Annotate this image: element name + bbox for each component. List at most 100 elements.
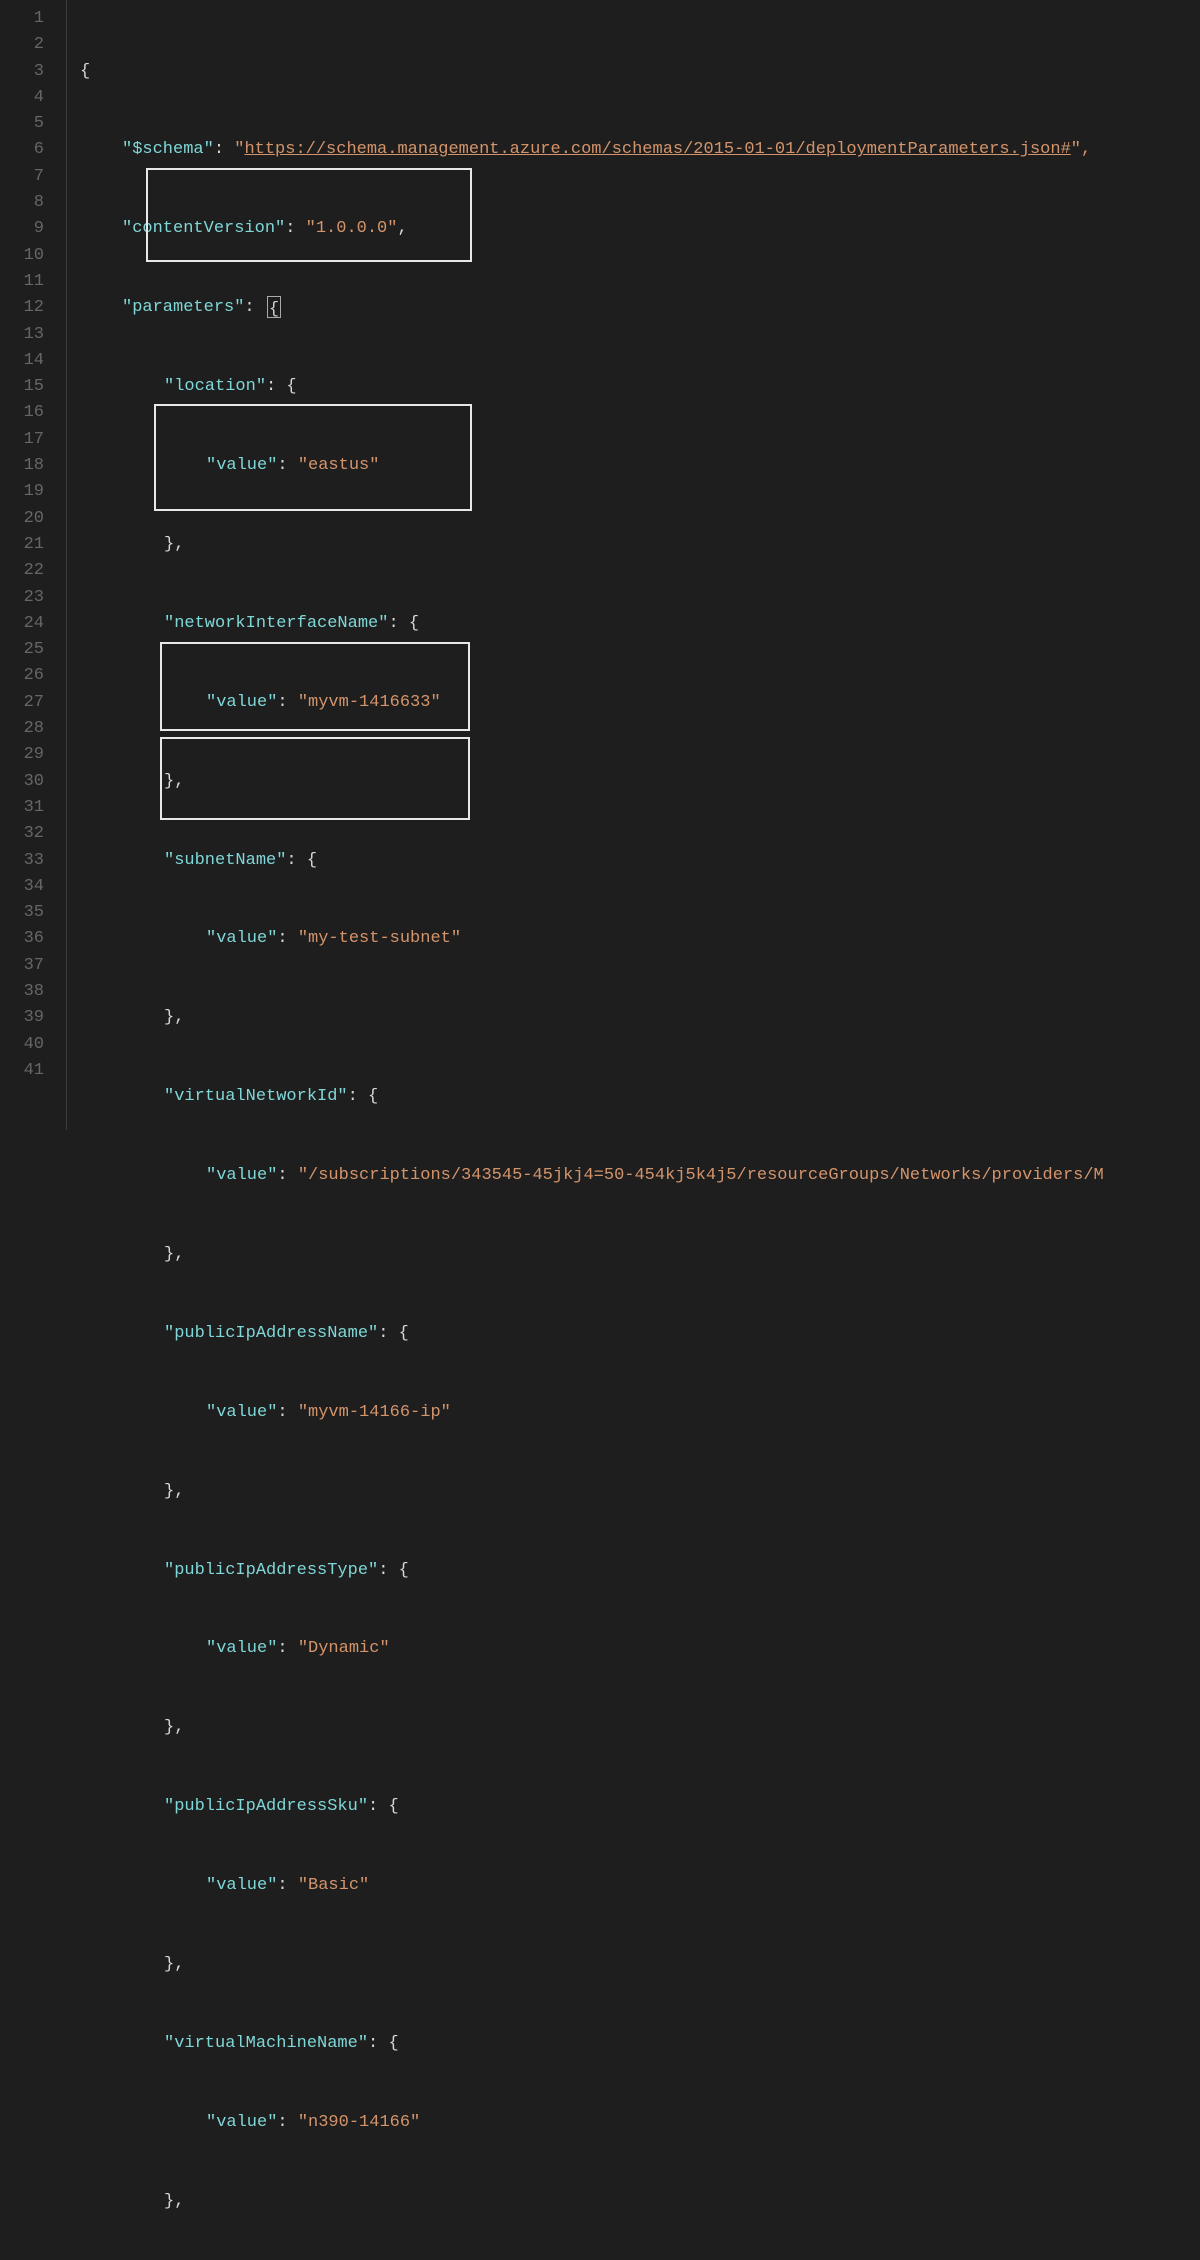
- code-line[interactable]: "parameters": {: [80, 295, 1200, 321]
- line-number: 32: [0, 821, 44, 847]
- line-number: 29: [0, 742, 44, 768]
- line-number: 5: [0, 111, 44, 137]
- json-key: "value": [206, 1166, 277, 1185]
- code-line[interactable]: "location": {: [80, 374, 1200, 400]
- line-number: 31: [0, 795, 44, 821]
- json-string: "Basic": [298, 1876, 369, 1895]
- line-number: 12: [0, 295, 44, 321]
- json-string: "Dynamic": [298, 1639, 390, 1658]
- line-number: 23: [0, 585, 44, 611]
- line-number: 27: [0, 690, 44, 716]
- code-line[interactable]: "$schema": "https://schema.management.az…: [80, 137, 1200, 163]
- code-line[interactable]: "publicIpAddressType": {: [80, 1558, 1200, 1584]
- line-number: 2: [0, 32, 44, 58]
- line-number: 4: [0, 85, 44, 111]
- line-number: 40: [0, 1032, 44, 1058]
- json-key: "value": [206, 1403, 277, 1422]
- code-line[interactable]: {: [80, 59, 1200, 85]
- code-line[interactable]: "networkInterfaceName": {: [80, 611, 1200, 637]
- code-line[interactable]: },: [80, 769, 1200, 795]
- code-line[interactable]: "value": "Dynamic": [80, 1636, 1200, 1662]
- line-number: 28: [0, 716, 44, 742]
- line-number: 8: [0, 190, 44, 216]
- code-line[interactable]: },: [80, 1952, 1200, 1978]
- code-line[interactable]: "virtualNetworkId": {: [80, 1084, 1200, 1110]
- json-string: "eastus": [298, 456, 380, 475]
- json-key: "location": [164, 377, 266, 396]
- line-number: 16: [0, 400, 44, 426]
- json-key: "parameters": [122, 298, 244, 317]
- line-number: 37: [0, 953, 44, 979]
- line-number-gutter: 1 2 3 4 5 6 7 8 9 10 11 12 13 14 15 16 1…: [0, 0, 60, 1130]
- brace-open: {: [80, 62, 90, 81]
- line-number: 24: [0, 611, 44, 637]
- line-number: 22: [0, 558, 44, 584]
- line-number: 26: [0, 663, 44, 689]
- line-number: 13: [0, 322, 44, 348]
- line-number: 1: [0, 6, 44, 32]
- code-line[interactable]: "virtualMachineName": {: [80, 2031, 1200, 2057]
- json-key: "publicIpAddressName": [164, 1324, 378, 1343]
- json-key: "subnetName": [164, 851, 286, 870]
- json-key: "value": [206, 1639, 277, 1658]
- json-string: "n390-14166": [298, 2113, 420, 2132]
- editor-gutter-separator: [66, 0, 80, 1130]
- json-key: "value": [206, 456, 277, 475]
- json-key: "value": [206, 929, 277, 948]
- code-line[interactable]: "contentVersion": "1.0.0.0",: [80, 216, 1200, 242]
- code-editor[interactable]: 1 2 3 4 5 6 7 8 9 10 11 12 13 14 15 16 1…: [0, 0, 1200, 1130]
- line-number: 41: [0, 1058, 44, 1084]
- json-key: "value": [206, 2113, 277, 2132]
- code-line[interactable]: },: [80, 1242, 1200, 1268]
- line-number: 25: [0, 637, 44, 663]
- code-line[interactable]: "value": "Basic": [80, 1873, 1200, 1899]
- json-string: "my-test-subnet": [298, 929, 461, 948]
- line-number: 9: [0, 216, 44, 242]
- code-line[interactable]: },: [80, 532, 1200, 558]
- code-line[interactable]: "subnetName": {: [80, 848, 1200, 874]
- code-content[interactable]: { "$schema": "https://schema.management.…: [80, 0, 1200, 1130]
- json-key: "contentVersion": [122, 219, 285, 238]
- line-number: 17: [0, 427, 44, 453]
- code-line[interactable]: "value": "eastus": [80, 453, 1200, 479]
- json-key: "publicIpAddressSku": [164, 1797, 368, 1816]
- json-key: "virtualMachineName": [164, 2034, 368, 2053]
- json-string-url: https://schema.management.azure.com/sche…: [244, 140, 1070, 159]
- code-line[interactable]: "publicIpAddressSku": {: [80, 1794, 1200, 1820]
- line-number: 11: [0, 269, 44, 295]
- annotation-box: [146, 168, 472, 262]
- line-number: 18: [0, 453, 44, 479]
- code-line[interactable]: },: [80, 1715, 1200, 1741]
- line-number: 7: [0, 164, 44, 190]
- line-number: 15: [0, 374, 44, 400]
- json-key: "virtualNetworkId": [164, 1087, 348, 1106]
- line-number: 38: [0, 979, 44, 1005]
- line-number: 30: [0, 769, 44, 795]
- json-key: "publicIpAddressType": [164, 1561, 378, 1580]
- code-line[interactable]: "value": "myvm-14166-ip": [80, 1400, 1200, 1426]
- code-line[interactable]: },: [80, 1005, 1200, 1031]
- line-number: 36: [0, 926, 44, 952]
- line-number: 14: [0, 348, 44, 374]
- annotation-box: [160, 642, 470, 731]
- code-line[interactable]: },: [80, 2189, 1200, 2215]
- code-line[interactable]: "value": "my-test-subnet": [80, 926, 1200, 952]
- line-number: 3: [0, 59, 44, 85]
- line-number: 20: [0, 506, 44, 532]
- json-string: "myvm-14166-ip": [298, 1403, 451, 1422]
- line-number: 19: [0, 479, 44, 505]
- line-number: 34: [0, 874, 44, 900]
- code-line[interactable]: },: [80, 1479, 1200, 1505]
- code-line[interactable]: "value": "/subscriptions/343545-45jkj4=5…: [80, 1163, 1200, 1189]
- code-line[interactable]: "publicIpAddressName": {: [80, 1321, 1200, 1347]
- code-line[interactable]: "value": "myvm-1416633": [80, 690, 1200, 716]
- code-line[interactable]: "value": "n390-14166": [80, 2110, 1200, 2136]
- json-string: "/subscriptions/343545-45jkj4=50-454kj5k…: [298, 1166, 1104, 1185]
- json-key: "$schema": [122, 140, 214, 159]
- line-number: 39: [0, 1005, 44, 1031]
- line-number: 10: [0, 243, 44, 269]
- json-string: "myvm-1416633": [298, 693, 441, 712]
- json-string: "1.0.0.0": [306, 219, 398, 238]
- line-number: 6: [0, 137, 44, 163]
- json-key: "value": [206, 1876, 277, 1895]
